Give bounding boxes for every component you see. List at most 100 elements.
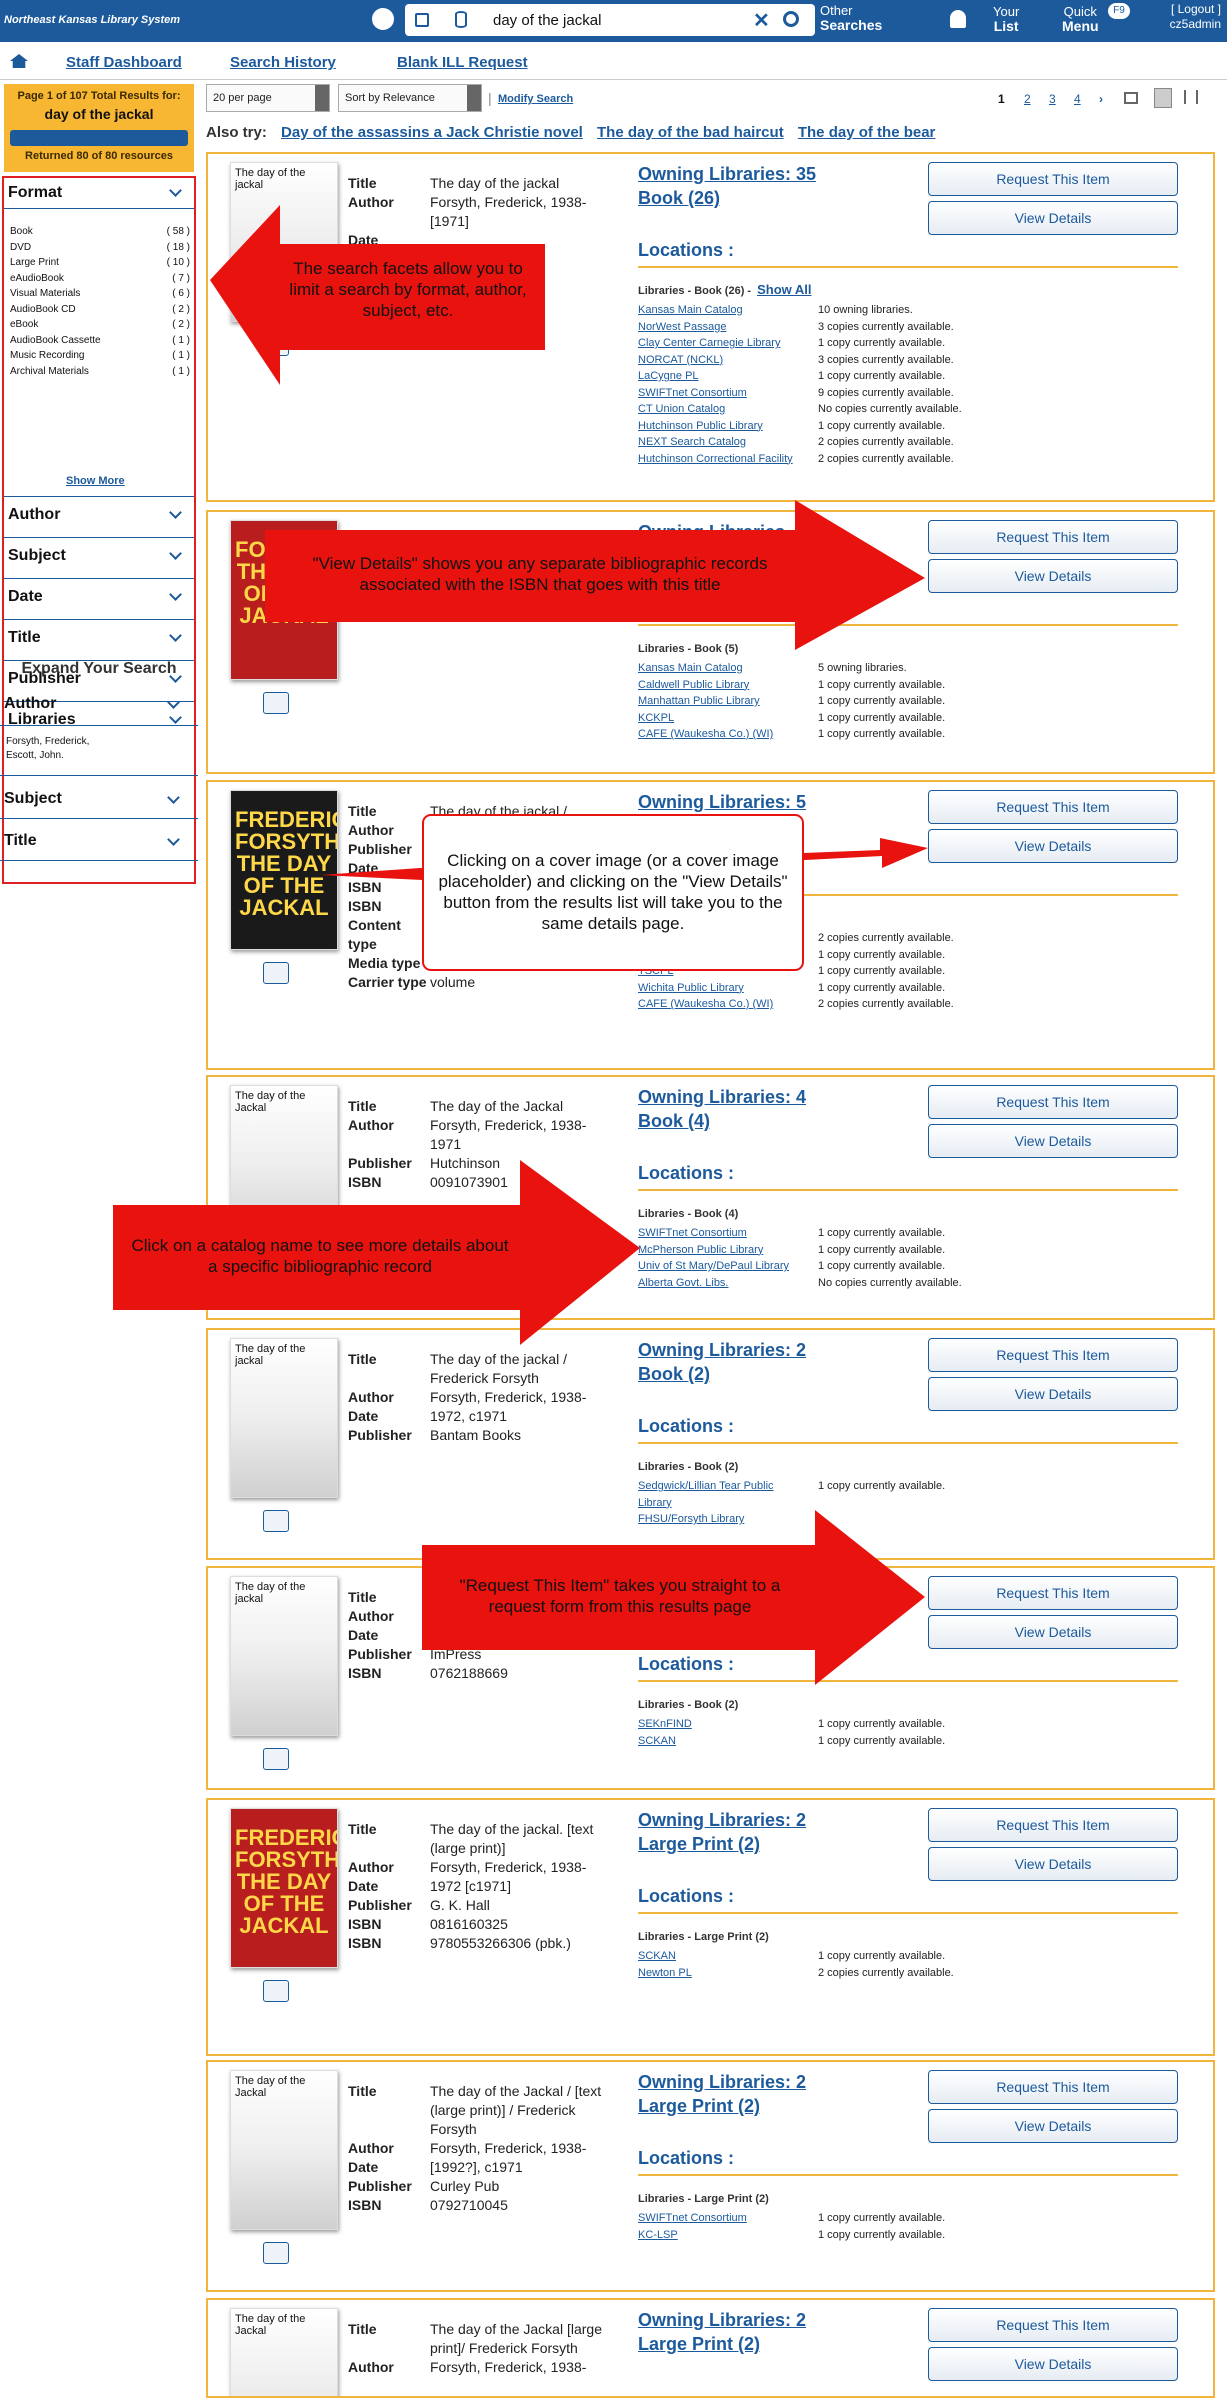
facet-subject-title[interactable]: Subject bbox=[8, 547, 66, 565]
book-icon[interactable] bbox=[263, 692, 289, 714]
library-name-link[interactable]: FHSU/Forsyth Library bbox=[638, 1513, 818, 1525]
library-name-link[interactable]: SCKAN bbox=[638, 1950, 818, 1962]
book-icon[interactable] bbox=[263, 2242, 289, 2264]
show-more-link[interactable]: Show More bbox=[66, 475, 125, 487]
book-icon[interactable] bbox=[263, 334, 289, 356]
library-name-link[interactable]: CAFE (Waukesha Co.) (WI) bbox=[638, 728, 818, 740]
library-name-link[interactable]: TSCPL bbox=[638, 965, 818, 977]
format-count[interactable]: Large Print (2) bbox=[638, 2094, 806, 2118]
library-name-link[interactable]: NorWest Passage bbox=[638, 321, 818, 333]
also-try-link[interactable]: The day of the bad haircut bbox=[597, 124, 784, 141]
library-name-link[interactable]: Hutchinson Public Library bbox=[638, 420, 818, 432]
page-1[interactable]: 1 bbox=[998, 92, 1005, 106]
request-item-button[interactable]: Request This Item bbox=[928, 520, 1178, 554]
request-item-button[interactable]: Request This Item bbox=[928, 2070, 1178, 2104]
library-name-link[interactable]: SWIFTnet Consortium bbox=[638, 1227, 818, 1239]
format-facet-item[interactable]: Music Recording ( 1 ) bbox=[10, 350, 190, 361]
library-name-link[interactable]: Clay Center Carnegie Library bbox=[638, 337, 818, 349]
library-name-link[interactable]: Kansas Main Catalog bbox=[638, 662, 818, 674]
search-input[interactable]: day of the jackal bbox=[493, 12, 601, 29]
also-try-link[interactable]: Day of the assassins a Jack Christie nov… bbox=[281, 124, 583, 141]
quick-menu[interactable]: Quick Menu bbox=[1062, 4, 1099, 34]
owning-count[interactable]: Owning Libraries: 2 bbox=[638, 1808, 806, 1832]
library-name-link[interactable]: Wichita Public Library bbox=[638, 982, 818, 994]
facet-format-title[interactable]: Format bbox=[8, 184, 62, 202]
checklist-icon[interactable] bbox=[415, 13, 429, 27]
library-name-link[interactable]: NEXT Search Catalog bbox=[638, 436, 818, 448]
cover-image[interactable]: FORSYTH THE DAY OF THE JACKAL bbox=[230, 520, 338, 680]
library-name-link[interactable]: NORCAT (NCKL) bbox=[638, 354, 818, 366]
request-item-button[interactable]: Request This Item bbox=[928, 1085, 1178, 1119]
owning-libraries-link[interactable]: Owning Libraries: 2 Book (2) bbox=[638, 1338, 806, 1386]
chevron-down-icon[interactable] bbox=[169, 547, 182, 560]
owning-libraries-link[interactable]: Owning Libraries: 35 Book (26) bbox=[638, 162, 816, 210]
cover-image[interactable]: FREDERICK FORSYTH THE DAY OF THE JACKAL bbox=[230, 1808, 338, 1968]
logout-link[interactable]: [ Logout ] bbox=[1170, 2, 1221, 17]
request-item-button[interactable]: Request This Item bbox=[928, 162, 1178, 196]
library-name-link[interactable]: CAFE (Waukesha Co.) (WI) bbox=[638, 998, 818, 1010]
chevron-down-icon[interactable] bbox=[169, 629, 182, 642]
grid-view-icon[interactable] bbox=[1124, 92, 1138, 104]
owning-count[interactable]: Owning Libraries: 2 bbox=[638, 1338, 806, 1362]
format-facet-item[interactable]: Visual Materials ( 6 ) bbox=[10, 288, 190, 299]
facet-libraries-title[interactable]: Libraries bbox=[8, 711, 76, 729]
library-name-link[interactable]: Manhattan Public Library bbox=[638, 695, 818, 707]
view-details-button[interactable]: View Details bbox=[928, 2109, 1178, 2143]
clear-search-icon[interactable]: ✕ bbox=[753, 8, 770, 33]
your-list-menu[interactable]: Your List bbox=[993, 4, 1019, 34]
facet-author-title[interactable]: Author bbox=[8, 506, 60, 524]
format-facet-item[interactable]: eAudioBook ( 7 ) bbox=[10, 273, 190, 284]
owning-libraries-link[interactable]: Owning Libraries: 4 Book (4) bbox=[638, 1085, 806, 1133]
format-count[interactable]: Large Print (2) bbox=[638, 1832, 806, 1856]
view-details-button[interactable]: View Details bbox=[928, 1124, 1178, 1158]
view-details-button[interactable]: View Details bbox=[928, 559, 1178, 593]
list-view-icon[interactable] bbox=[1154, 88, 1172, 108]
owning-count[interactable]: Owning Libraries: 2 bbox=[638, 2308, 806, 2332]
page-4[interactable]: 4 bbox=[1074, 92, 1081, 106]
library-name-link[interactable]: SWIFTnet Consortium bbox=[638, 2212, 818, 2224]
owning-count[interactable]: Owning Libraries bbox=[638, 520, 785, 544]
library-name-link[interactable]: Pathfinder Central bbox=[638, 949, 818, 961]
owning-libraries-link[interactable]: Owning Libraries: 2 Large Print (2) bbox=[638, 1808, 806, 1856]
dropdown-icon[interactable] bbox=[315, 85, 329, 111]
view-details-button[interactable]: View Details bbox=[928, 2347, 1178, 2381]
book-icon[interactable] bbox=[263, 1510, 289, 1532]
user-menu[interactable]: cz5admin bbox=[1170, 17, 1221, 32]
format-facet-item[interactable]: AudioBook Cassette ( 1 ) bbox=[10, 335, 190, 346]
globe-icon[interactable] bbox=[372, 8, 394, 30]
blank-ill-request-link[interactable]: Blank ILL Request bbox=[397, 54, 528, 71]
format-count[interactable]: Large Print (2) bbox=[638, 2332, 806, 2356]
cover-image[interactable]: The day of the jackal bbox=[230, 1576, 338, 1736]
chevron-down-icon[interactable] bbox=[169, 506, 182, 519]
library-name-link[interactable]: Caldwell Public Library bbox=[638, 679, 818, 691]
chevron-down-icon[interactable] bbox=[169, 184, 182, 197]
format-facet-item[interactable]: Archival Materials ( 1 ) bbox=[10, 366, 190, 377]
owning-count[interactable]: Owning Libraries: 2 bbox=[638, 2070, 806, 2094]
format-facet-item[interactable]: AudioBook CD ( 2 ) bbox=[10, 304, 190, 315]
modify-search-link[interactable]: Modify Search bbox=[498, 93, 573, 105]
library-name-link[interactable]: Library bbox=[638, 1497, 818, 1509]
format-count[interactable]: Book (26) bbox=[638, 186, 816, 210]
show-all-link[interactable]: Show All bbox=[757, 282, 811, 297]
view-details-button[interactable]: View Details bbox=[928, 1615, 1178, 1649]
library-name-link[interactable]: SWIFTnet Consortium bbox=[638, 387, 818, 399]
expand-subject-title[interactable]: Subject bbox=[4, 790, 62, 808]
owning-count[interactable]: Owning Libraries: 5 bbox=[638, 790, 806, 814]
request-item-button[interactable]: Request This Item bbox=[928, 790, 1178, 824]
library-name-link[interactable]: CT Union Catalog bbox=[638, 403, 818, 415]
library-name-link[interactable]: Alberta Govt. Libs. bbox=[638, 1277, 818, 1289]
format-facet-item[interactable]: Large Print ( 10 ) bbox=[10, 257, 190, 268]
format-count[interactable]: Book (2) bbox=[638, 1362, 806, 1386]
library-name-link[interactable]: Kansas Main Catalog bbox=[638, 304, 818, 316]
owning-libraries-link[interactable]: Owning Libraries: 2 Large Print (2) bbox=[638, 2308, 806, 2356]
request-item-button[interactable]: Request This Item bbox=[928, 2308, 1178, 2342]
cover-image[interactable]: The day of the Jackal bbox=[230, 1085, 338, 1245]
library-name-link[interactable]: SCKAN bbox=[638, 1735, 818, 1747]
page-2[interactable]: 2 bbox=[1024, 92, 1031, 106]
library-name-link[interactable]: McPherson Public Library bbox=[638, 1244, 818, 1256]
library-name-link[interactable]: Newton PL bbox=[638, 1967, 818, 1979]
search-box[interactable]: day of the jackal ✕ bbox=[405, 4, 815, 36]
chevron-down-icon[interactable] bbox=[169, 711, 182, 724]
per-page-select[interactable]: 20 per page bbox=[206, 84, 330, 112]
cover-image[interactable]: The day of the Jackal bbox=[230, 2308, 338, 2396]
